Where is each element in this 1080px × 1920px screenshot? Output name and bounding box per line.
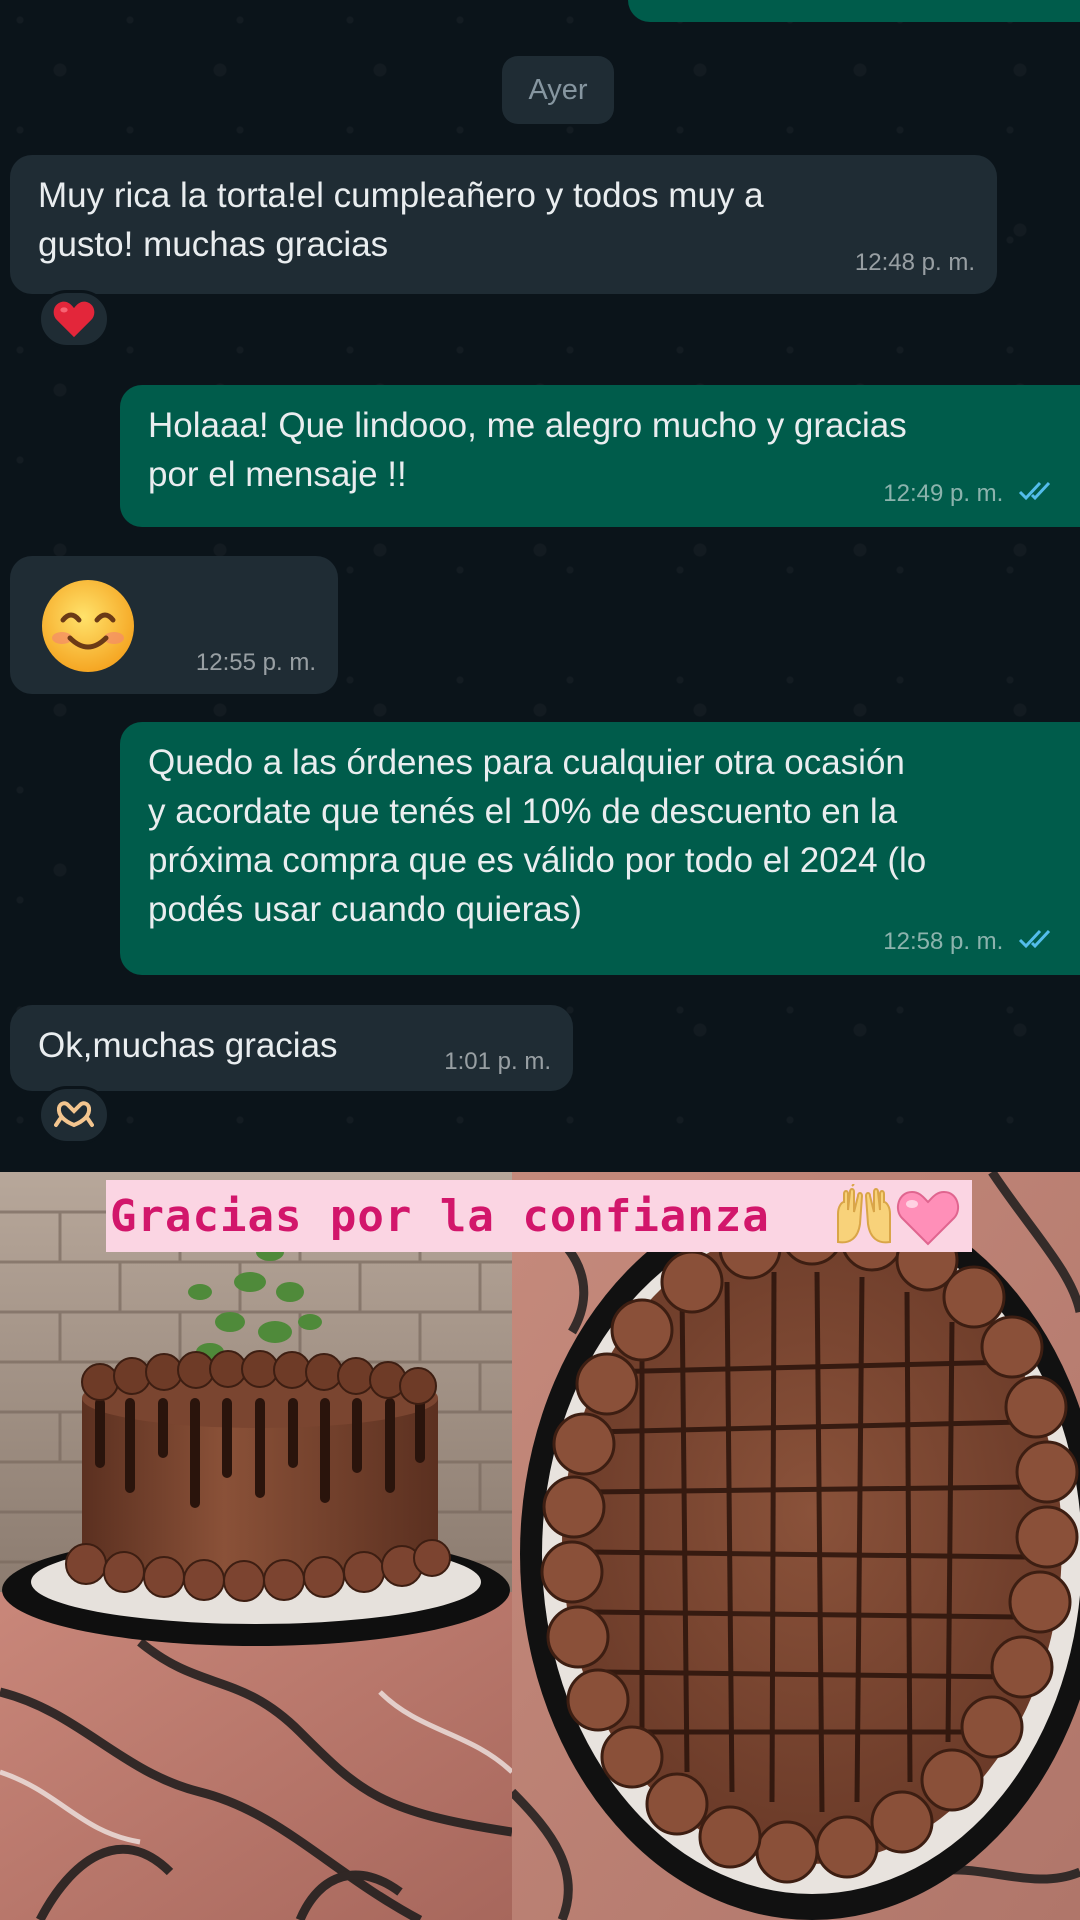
message-time-label: 12:58 p. m. <box>883 928 1004 956</box>
smiling-face-emoji-icon <box>42 580 134 672</box>
message-bubble-incoming[interactable]: Ok,muchas gracias 1:01 p. m. <box>10 1005 573 1091</box>
message-bubble-outgoing[interactable]: Quedo a las órdenes para cualquier otra … <box>120 722 1080 975</box>
photo-collage <box>0 1172 1080 1920</box>
message-time: 1:01 p. m. <box>444 1045 551 1079</box>
cake-top-view-photo <box>508 1172 1080 1920</box>
message-time-label: 12:55 p. m. <box>195 649 316 677</box>
cake-side-view-photo <box>0 1172 514 1920</box>
message-time-label: 12:48 p. m. <box>854 249 975 277</box>
date-separator-label: Ayer <box>528 73 588 106</box>
thank-you-banner: Gracias por la confianza <box>106 1180 972 1252</box>
banner-text: Gracias por la confianza <box>110 1190 770 1242</box>
date-separator: Ayer <box>502 56 614 124</box>
message-bubble-incoming[interactable]: Muy rica la torta!el cumpleañero y todos… <box>10 155 997 294</box>
banner-icons <box>837 1184 960 1246</box>
pink-heart-emoji-icon <box>896 1190 960 1246</box>
message-bubble-incoming[interactable]: 12:55 p. m. <box>10 556 338 694</box>
message-text: Quedo a las órdenes para cualquier otra … <box>148 743 927 929</box>
reaction-badge[interactable] <box>38 1086 110 1144</box>
chat-area[interactable]: Ayer Muy rica la torta!el cumpleañero y … <box>0 0 1080 1172</box>
heart-emoji-icon <box>53 301 95 338</box>
read-receipt-icon <box>1018 927 1058 961</box>
message-time: 12:48 p. m. <box>855 246 975 280</box>
message-time-label: 12:49 p. m. <box>883 480 1004 508</box>
reaction-badge[interactable] <box>38 290 110 348</box>
message-bubble-outgoing[interactable]: Holaaa! Que lindooo, me alegro mucho y g… <box>120 385 1080 527</box>
raising-hands-emoji-icon <box>837 1184 891 1244</box>
read-receipt-icon <box>1018 479 1058 513</box>
message-time: 12:49 p. m. <box>883 477 1058 513</box>
message-text: Muy rica la torta!el cumpleañero y todos… <box>38 176 764 264</box>
message-time-label: 1:01 p. m. <box>444 1048 551 1076</box>
message-time: 12:55 p. m. <box>196 646 316 680</box>
message-bubble-outgoing-partial[interactable] <box>628 0 1080 22</box>
message-time: 12:58 p. m. <box>883 925 1058 961</box>
heart-hands-emoji-icon <box>54 1101 94 1128</box>
